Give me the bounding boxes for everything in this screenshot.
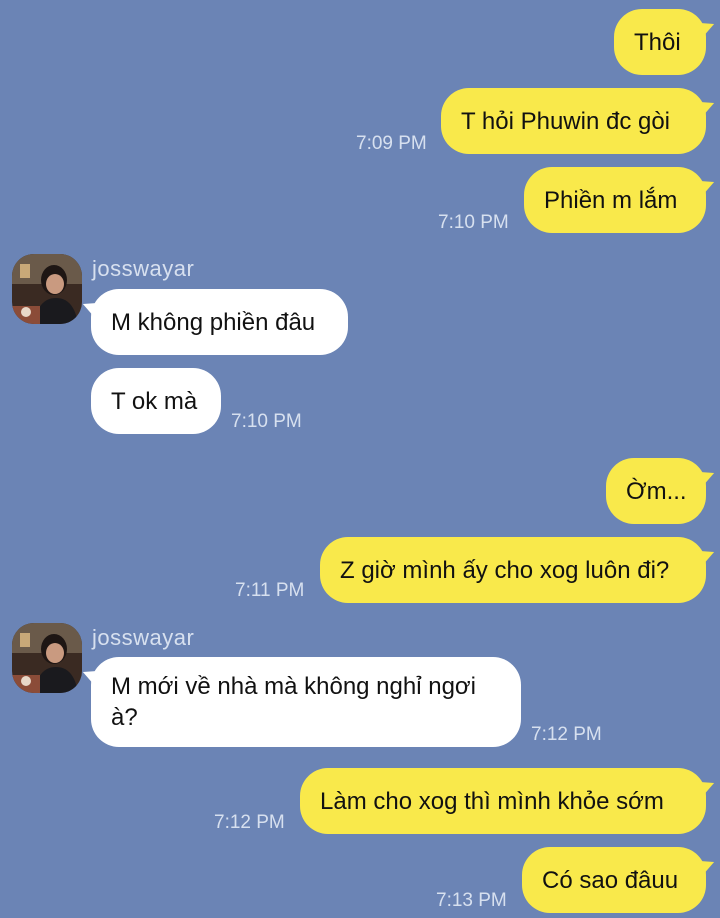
contact-avatar[interactable] [12, 623, 82, 693]
avatar-photo-icon [12, 254, 82, 324]
sender-name: josswayar [92, 625, 195, 650]
message-time: 7:10 PM [231, 411, 302, 432]
outgoing-message-bubble[interactable]: Thôi [614, 9, 706, 75]
incoming-message-bubble[interactable]: M không phiền đâu [91, 289, 348, 355]
message-time: 7:11 PM [235, 580, 305, 601]
message-text: M không phiền đâu [111, 308, 316, 336]
outgoing-message-bubble[interactable]: Có sao đâuu [522, 847, 706, 913]
contact-avatar[interactable] [12, 254, 82, 324]
outgoing-message-bubble[interactable]: Z giờ mình ấy cho xog luôn đi? [320, 537, 706, 603]
message-time: 7:13 PM [436, 890, 507, 911]
outgoing-message-bubble[interactable]: Ờm... [606, 458, 706, 524]
message-text: Thôi [634, 28, 681, 56]
outgoing-message-bubble[interactable]: Làm cho xog thì mình khỏe sớm [300, 768, 706, 834]
message-text: Làm cho xog thì mình khỏe sớm [320, 787, 664, 815]
message-text: Ờm... [626, 477, 687, 505]
incoming-message-bubble[interactable]: T ok mà [91, 368, 221, 434]
message-time: 7:10 PM [438, 212, 509, 233]
message-time: 7:09 PM [356, 133, 427, 154]
message-text: T hỏi Phuwin đc gòi [461, 107, 671, 135]
sender-name: josswayar [92, 256, 195, 281]
message-time: 7:12 PM [531, 724, 602, 745]
avatar-photo-icon [12, 623, 82, 693]
message-text: Có sao đâuu [542, 866, 679, 894]
outgoing-message-bubble[interactable]: T hỏi Phuwin đc gòi [441, 88, 706, 154]
message-text: T ok mà [111, 387, 198, 415]
outgoing-message-bubble[interactable]: Phiền m lắm [524, 167, 706, 233]
message-time: 7:12 PM [214, 812, 285, 833]
message-text: Z giờ mình ấy cho xog luôn đi? [340, 556, 670, 584]
message-text: M mới về nhà mà không nghỉ ngơi à? [111, 673, 476, 731]
incoming-message-bubble[interactable]: M mới về nhà mà không nghỉ ngơi à? [91, 657, 521, 747]
message-text: Phiền m lắm [544, 186, 678, 214]
